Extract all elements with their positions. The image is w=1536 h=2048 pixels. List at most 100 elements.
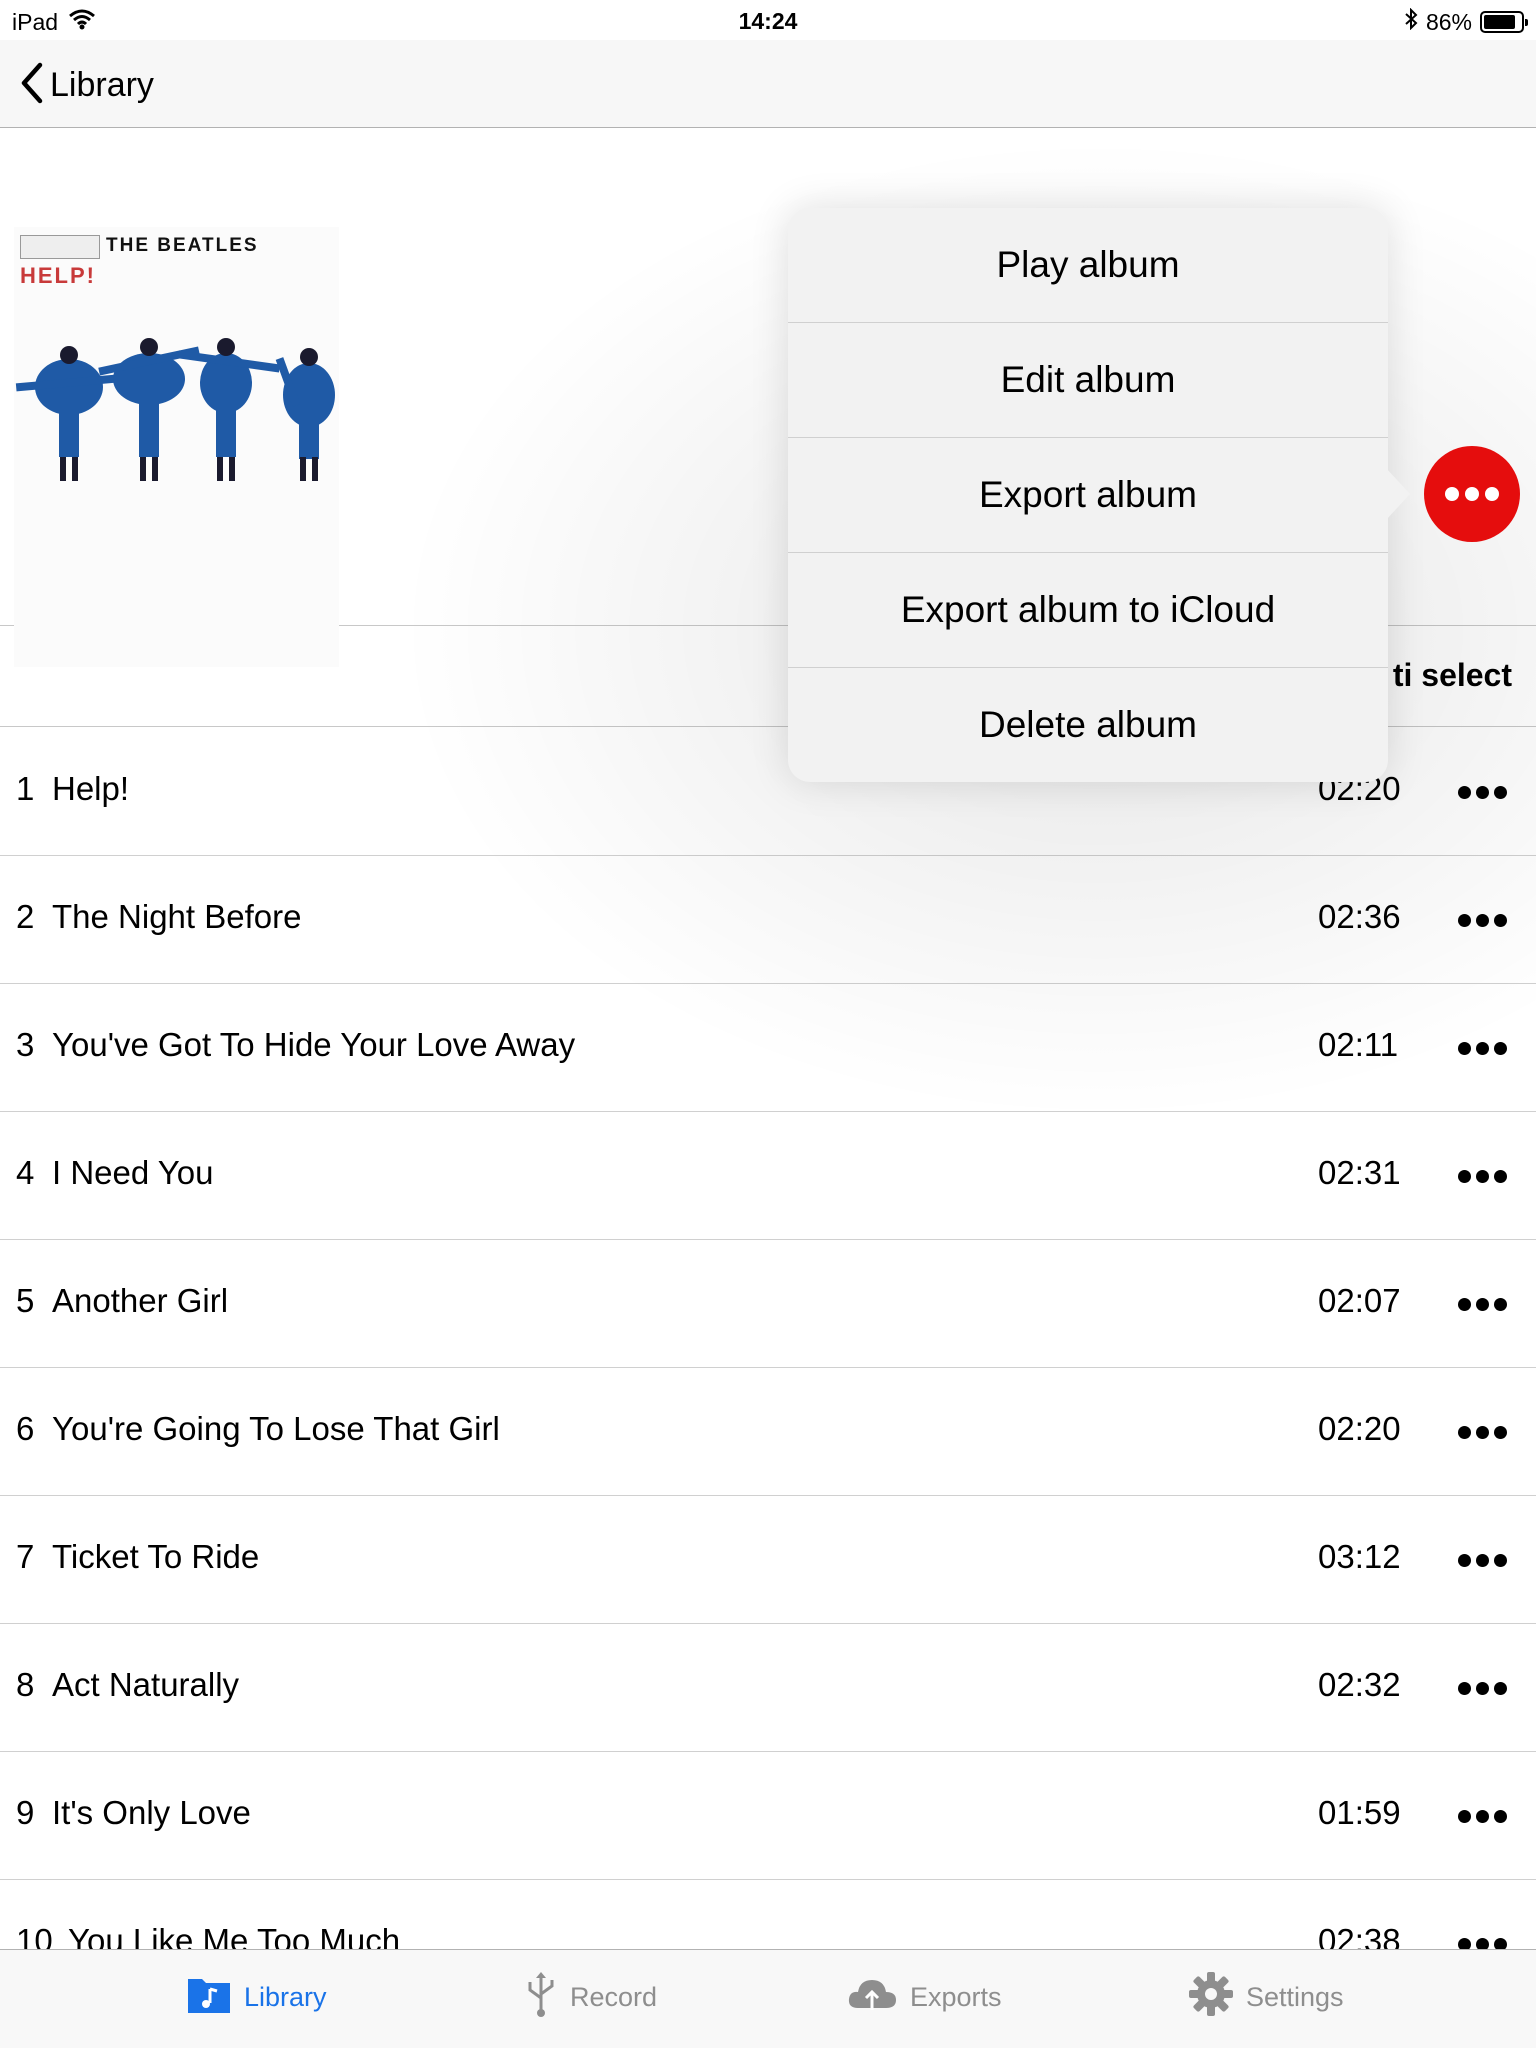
more-dot-icon xyxy=(1476,1809,1489,1823)
more-dot-icon xyxy=(1494,1041,1507,1055)
more-dot-icon xyxy=(1494,1425,1507,1439)
bluetooth-icon xyxy=(1404,7,1418,36)
track-more-button[interactable] xyxy=(1458,780,1512,804)
more-dot-icon xyxy=(1458,785,1471,799)
more-dot-icon xyxy=(1476,1041,1489,1055)
track-number: 5 xyxy=(16,1282,35,1319)
tab-record[interactable]: Record xyxy=(524,1970,658,2025)
status-time: 14:24 xyxy=(738,8,798,34)
track-more-button[interactable] xyxy=(1458,1548,1512,1572)
more-dot-icon xyxy=(1458,1041,1471,1055)
more-dot-icon xyxy=(1476,1681,1489,1695)
album-art-subtitle: HELP! xyxy=(20,263,96,288)
track-more-button[interactable] xyxy=(1458,1164,1512,1188)
more-dot-icon xyxy=(1476,1169,1489,1183)
more-dot-icon xyxy=(1476,913,1489,927)
more-dot-icon xyxy=(1494,1297,1507,1311)
popover-item[interactable]: Export album to iCloud xyxy=(788,553,1388,668)
tab-settings-label: Settings xyxy=(1246,1981,1344,2012)
track-more-button[interactable] xyxy=(1458,1420,1512,1444)
track-title: Another Girl xyxy=(52,1282,229,1319)
track-row[interactable]: 5 Another Girl 02:07 xyxy=(0,1240,1536,1368)
more-dot-icon xyxy=(1458,1425,1471,1439)
folder-music-icon xyxy=(186,1973,232,2022)
battery-percent: 86% xyxy=(1425,8,1472,35)
track-row[interactable]: 4 I Need You 02:31 xyxy=(0,1112,1536,1240)
gear-icon xyxy=(1188,1971,1234,2024)
more-dot-icon xyxy=(1476,785,1489,799)
usb-icon xyxy=(524,1970,558,2025)
more-dot-icon xyxy=(1458,1809,1471,1823)
album-art-title: THE BEATLES xyxy=(106,235,259,256)
track-duration: 02:20 xyxy=(1318,1410,1401,1447)
track-title: The Night Before xyxy=(52,898,302,935)
album-more-button[interactable] xyxy=(1424,446,1520,542)
more-dot-icon xyxy=(1458,1169,1471,1183)
track-title: It's Only Love xyxy=(52,1794,251,1831)
track-row[interactable]: 7 Ticket To Ride 03:12 xyxy=(0,1496,1536,1624)
cloud-upload-icon xyxy=(846,1974,898,2021)
multi-select-button[interactable]: ti select xyxy=(1393,657,1512,694)
track-more-button[interactable] xyxy=(1458,1036,1512,1060)
track-duration: 02:32 xyxy=(1318,1666,1401,1703)
track-duration: 03:12 xyxy=(1318,1538,1401,1575)
more-dot-icon xyxy=(1465,487,1479,501)
more-dot-icon xyxy=(1476,1553,1489,1567)
tab-library-label: Library xyxy=(244,1981,327,2012)
tab-bar: Library Record Exports Settings xyxy=(0,1949,1536,2048)
track-list: 1 Help! 02:20 2 The Night Before 02:36 3 You've… xyxy=(0,728,1536,2008)
track-row[interactable]: 8 Act Naturally 02:32 xyxy=(0,1624,1536,1752)
more-dot-icon xyxy=(1476,1297,1489,1311)
band-figures-image xyxy=(15,338,335,481)
track-duration: 02:07 xyxy=(1318,1282,1401,1319)
more-dot-icon xyxy=(1458,1681,1471,1695)
record-label-logos xyxy=(20,235,100,259)
track-more-button[interactable] xyxy=(1458,1676,1512,1700)
track-more-button[interactable] xyxy=(1458,908,1512,932)
tab-record-label: Record xyxy=(570,1981,658,2012)
popover-item[interactable]: Edit album xyxy=(788,323,1388,438)
track-number: 8 xyxy=(16,1666,35,1703)
track-title: Ticket To Ride xyxy=(52,1538,260,1575)
more-dot-icon xyxy=(1458,913,1471,927)
more-dot-icon xyxy=(1494,913,1507,927)
back-button[interactable]: Library xyxy=(20,62,154,109)
status-right: 86% xyxy=(1404,7,1528,36)
track-number: 7 xyxy=(16,1538,35,1575)
track-row[interactable]: 6 You're Going To Lose That Girl 02:20 xyxy=(0,1368,1536,1496)
track-title: You're Going To Lose That Girl xyxy=(52,1410,500,1447)
tab-exports-label: Exports xyxy=(910,1981,1002,2012)
more-dot-icon xyxy=(1485,487,1499,501)
track-row[interactable]: 9 It's Only Love 01:59 xyxy=(0,1752,1536,1880)
track-title: I Need You xyxy=(52,1154,214,1191)
track-row[interactable]: 2 The Night Before 02:36 xyxy=(0,856,1536,984)
battery-icon xyxy=(1480,11,1528,33)
popover-item[interactable]: Play album xyxy=(788,208,1388,323)
navigation-bar: Library xyxy=(0,40,1536,128)
album-artwork: THE BEATLES HELP! xyxy=(14,227,339,667)
track-more-button[interactable] xyxy=(1458,1804,1512,1828)
track-more-button[interactable] xyxy=(1458,1292,1512,1316)
track-row[interactable]: 3 You've Got To Hide Your Love Away 02:11 xyxy=(0,984,1536,1112)
track-duration: 02:31 xyxy=(1318,1154,1401,1191)
back-button-label: Library xyxy=(50,66,154,104)
status-bar: iPad 14:24 86% xyxy=(0,0,1536,40)
more-dot-icon xyxy=(1494,1169,1507,1183)
track-number: 3 xyxy=(16,1026,35,1063)
tab-settings[interactable]: Settings xyxy=(1188,1971,1344,2024)
track-duration: 01:59 xyxy=(1318,1794,1401,1831)
more-dot-icon xyxy=(1494,1553,1507,1567)
track-number: 9 xyxy=(16,1794,35,1831)
battery-fill xyxy=(1484,15,1515,29)
popover-arrow xyxy=(1386,468,1410,520)
more-dot-icon xyxy=(1445,487,1459,501)
more-dot-icon xyxy=(1494,1681,1507,1695)
tab-library[interactable]: Library xyxy=(186,1972,327,2022)
chevron-left-icon xyxy=(20,62,44,109)
track-number: 1 xyxy=(16,770,35,807)
tab-exports[interactable]: Exports xyxy=(846,1972,1002,2022)
popover-item[interactable]: Delete album xyxy=(788,668,1388,782)
popover-item[interactable]: Export album xyxy=(788,438,1388,553)
track-duration: 02:11 xyxy=(1318,1026,1399,1063)
track-number: 4 xyxy=(16,1154,35,1191)
